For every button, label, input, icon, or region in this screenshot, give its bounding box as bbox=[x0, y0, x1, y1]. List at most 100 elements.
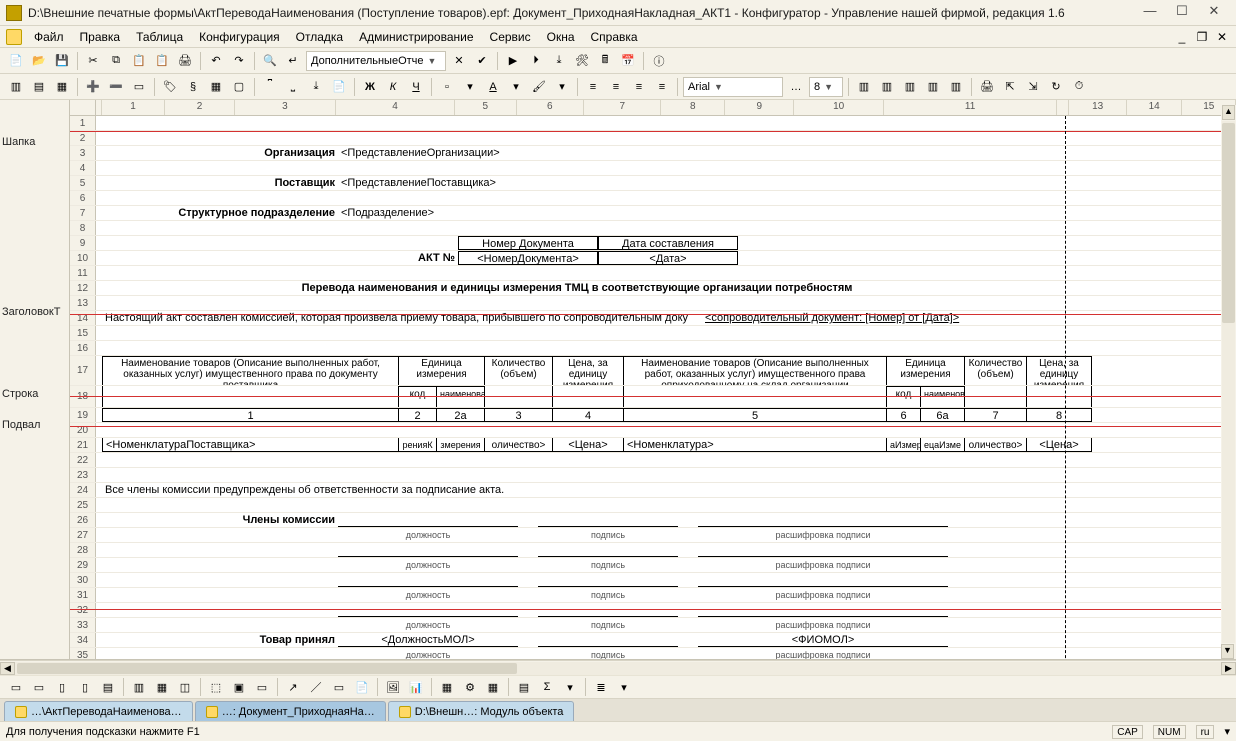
col-header[interactable] bbox=[1057, 100, 1069, 115]
col-header[interactable]: 3 bbox=[235, 100, 336, 115]
col-header[interactable]: 10 bbox=[794, 100, 883, 115]
bb-1-icon[interactable]: ▭ bbox=[6, 677, 26, 697]
align-center-icon[interactable]: ≡ bbox=[606, 77, 626, 97]
cell-unit-name-r[interactable]: ецаИзме bbox=[920, 438, 964, 452]
font-combo[interactable]: Arial▼ bbox=[683, 77, 783, 97]
bb-pict-icon[interactable]: 🖼 bbox=[383, 677, 403, 697]
col-header[interactable]: 4 bbox=[336, 100, 455, 115]
bb-dd2-icon[interactable]: ▾ bbox=[614, 677, 634, 697]
tab-file-1[interactable]: …\АктПереводаНаименова… bbox=[4, 701, 193, 721]
search-combo[interactable]: ДополнительныеОтче▼ bbox=[306, 51, 446, 71]
bb-8-icon[interactable]: ◫ bbox=[175, 677, 195, 697]
tab-file-3[interactable]: D:\Внешн…: Модуль объекта bbox=[388, 701, 575, 721]
bb-list-icon[interactable]: ≣ bbox=[591, 677, 611, 697]
align-justify-icon[interactable]: ≡ bbox=[652, 77, 672, 97]
cell-unit-name-l[interactable]: змерения bbox=[436, 438, 484, 452]
bb-chart-icon[interactable]: 📊 bbox=[406, 677, 426, 697]
bold-button[interactable]: Ж bbox=[360, 77, 380, 97]
cell-sup-nom[interactable]: <НоменклатураПоставщика> bbox=[102, 438, 398, 452]
menu-service[interactable]: Сервис bbox=[482, 28, 539, 46]
text-color-dropdown-icon[interactable]: ▾ bbox=[506, 77, 526, 97]
value-supplier[interactable]: <ПредставлениеПоставщика> bbox=[338, 176, 838, 190]
border-none-icon[interactable]: ▫ bbox=[437, 77, 457, 97]
debug-step-icon[interactable]: ⤓ bbox=[549, 51, 569, 71]
bb-table-icon[interactable]: ▦ bbox=[437, 677, 457, 697]
tpl-4-icon[interactable]: ▥ bbox=[923, 77, 943, 97]
page-break-icon[interactable]: ⤓ bbox=[306, 77, 326, 97]
paste-special-icon[interactable]: 📋 bbox=[152, 51, 172, 71]
status-lang[interactable]: ru bbox=[1196, 725, 1215, 739]
calc-icon[interactable]: 🖩 bbox=[595, 51, 615, 71]
cell-nom[interactable]: <Номенклатура> bbox=[624, 438, 886, 452]
bb-6-icon[interactable]: ▥ bbox=[129, 677, 149, 697]
named-area-icon[interactable]: 🏷 bbox=[160, 77, 180, 97]
debug-tools-icon[interactable]: 🛠 bbox=[572, 51, 592, 71]
insert-row-icon[interactable]: ➕ bbox=[83, 77, 103, 97]
bb-props-icon[interactable]: ⚙ bbox=[460, 677, 480, 697]
page-header-icon[interactable]: ⎴ bbox=[260, 77, 280, 97]
tpl-1-icon[interactable]: ▥ bbox=[854, 77, 874, 97]
clear-search-icon[interactable]: ✕ bbox=[449, 51, 469, 71]
underline-button[interactable]: Ч bbox=[406, 77, 426, 97]
cell-price-l[interactable]: <Цена> bbox=[552, 438, 624, 452]
help-icon[interactable]: ⓘ bbox=[649, 51, 669, 71]
row-height-icon[interactable]: ▤ bbox=[29, 77, 49, 97]
section-stroka[interactable]: Строка bbox=[2, 388, 38, 400]
cell-price-r[interactable]: <Цена> bbox=[1026, 438, 1092, 452]
bb-11-icon[interactable]: ▭ bbox=[252, 677, 272, 697]
value-doc-date[interactable]: <Дата> bbox=[598, 251, 738, 265]
mol-pos[interactable]: <ДолжностьМОЛ> bbox=[338, 633, 518, 647]
bb-5-icon[interactable]: ▤ bbox=[98, 677, 118, 697]
window-minimize-button[interactable]: — bbox=[1134, 3, 1166, 23]
new-icon[interactable]: 📄 bbox=[6, 51, 26, 71]
import-icon[interactable]: ⇲ bbox=[1023, 77, 1043, 97]
redo-icon[interactable]: ↷ bbox=[229, 51, 249, 71]
bb-10-icon[interactable]: ▣ bbox=[229, 677, 249, 697]
scroll-left-icon[interactable]: ◀ bbox=[0, 662, 15, 675]
bb-2-icon[interactable]: ▭ bbox=[29, 677, 49, 697]
print-preview-icon[interactable]: 🖨 bbox=[977, 77, 997, 97]
app-menu-icon[interactable] bbox=[6, 29, 22, 45]
mdi-close-button[interactable]: ✕ bbox=[1214, 29, 1230, 45]
bb-7-icon[interactable]: ▦ bbox=[152, 677, 172, 697]
run-icon[interactable]: ▶ bbox=[503, 51, 523, 71]
menu-help[interactable]: Справка bbox=[583, 28, 646, 46]
menu-admin[interactable]: Администрирование bbox=[351, 28, 481, 46]
debug-start-icon[interactable]: ⏵ bbox=[526, 51, 546, 71]
section-icon[interactable]: § bbox=[183, 77, 203, 97]
menu-edit[interactable]: Правка bbox=[72, 28, 129, 46]
tpl-2-icon[interactable]: ▥ bbox=[877, 77, 897, 97]
bb-9-icon[interactable]: ⬚ bbox=[206, 677, 226, 697]
col-width-icon[interactable]: ▥ bbox=[6, 77, 26, 97]
cell-qty-r[interactable]: оличество> bbox=[964, 438, 1026, 452]
section-zagolovok[interactable]: ЗаголовокТ bbox=[2, 306, 60, 318]
fontsize-combo[interactable]: 8▼ bbox=[809, 77, 843, 97]
bb-rect-icon[interactable]: ▭ bbox=[329, 677, 349, 697]
bb-dd-icon[interactable]: ▾ bbox=[560, 677, 580, 697]
print-icon[interactable]: 🖨 bbox=[175, 51, 195, 71]
align-right-icon[interactable]: ≡ bbox=[629, 77, 649, 97]
col-header[interactable]: 5 bbox=[455, 100, 517, 115]
mol-name[interactable]: <ФИОМОЛ> bbox=[698, 633, 948, 647]
menu-debug[interactable]: Отладка bbox=[288, 28, 351, 46]
value-dept[interactable]: <Подразделение> bbox=[338, 206, 838, 220]
col-header[interactable]: 6 bbox=[517, 100, 584, 115]
vertical-scrollbar[interactable]: ▲ ▼ bbox=[1221, 105, 1236, 659]
page-footer-icon[interactable]: ⎵ bbox=[283, 77, 303, 97]
col-header[interactable]: 1 bbox=[102, 100, 166, 115]
cell-unit-code-r[interactable]: аИзмер bbox=[886, 438, 920, 452]
bb-pivot-icon[interactable]: ▤ bbox=[514, 677, 534, 697]
bb-sum-icon[interactable]: Σ bbox=[537, 677, 557, 697]
scroll-thumb[interactable] bbox=[1222, 123, 1235, 323]
sheet[interactable]: 1 2 3 4 5 6 7 8 9 10 11 13 14 15 1 2 3 О… bbox=[70, 100, 1236, 659]
scroll-up-icon[interactable]: ▲ bbox=[1222, 105, 1235, 120]
horizontal-scrollbar[interactable]: ◀ ▶ bbox=[0, 660, 1236, 675]
scroll-right-icon[interactable]: ▶ bbox=[1221, 662, 1236, 675]
bb-4-icon[interactable]: ▯ bbox=[75, 677, 95, 697]
bb-group-icon[interactable]: ▦ bbox=[483, 677, 503, 697]
window-close-button[interactable]: ✕ bbox=[1198, 3, 1230, 23]
menu-windows[interactable]: Окна bbox=[539, 28, 583, 46]
cell-unit-code-l[interactable]: ренияК bbox=[398, 438, 436, 452]
syntax-check-icon[interactable]: ✔ bbox=[472, 51, 492, 71]
paste-icon[interactable]: 📋 bbox=[129, 51, 149, 71]
